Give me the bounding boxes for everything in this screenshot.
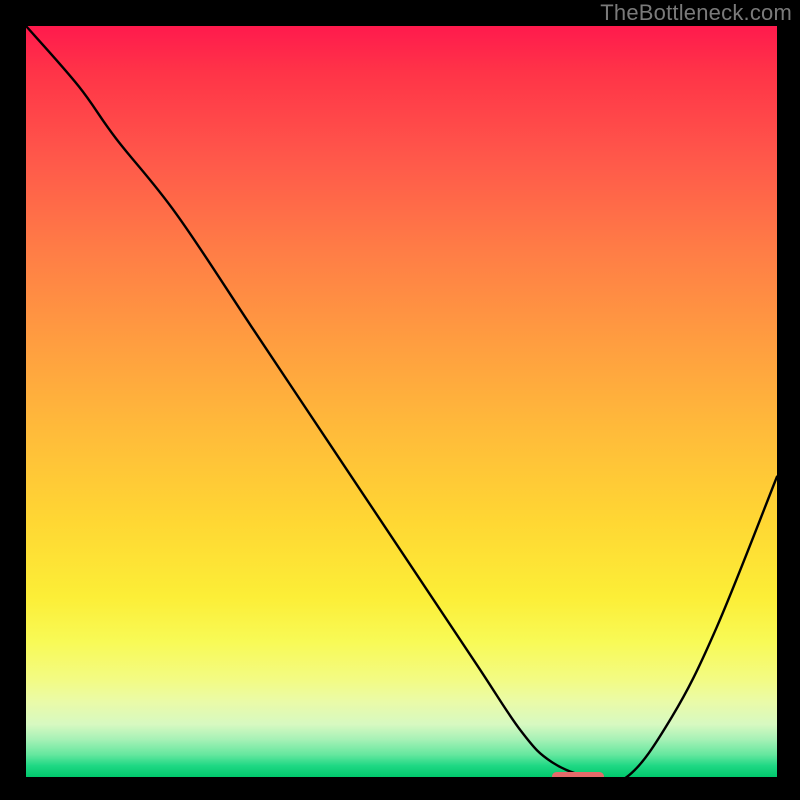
bottleneck-curve: [26, 26, 777, 777]
optimal-marker: [552, 772, 605, 777]
curve-svg: [26, 26, 777, 777]
watermark-text: TheBottleneck.com: [600, 0, 792, 26]
chart-container: TheBottleneck.com: [0, 0, 800, 800]
plot-area: [26, 26, 777, 777]
